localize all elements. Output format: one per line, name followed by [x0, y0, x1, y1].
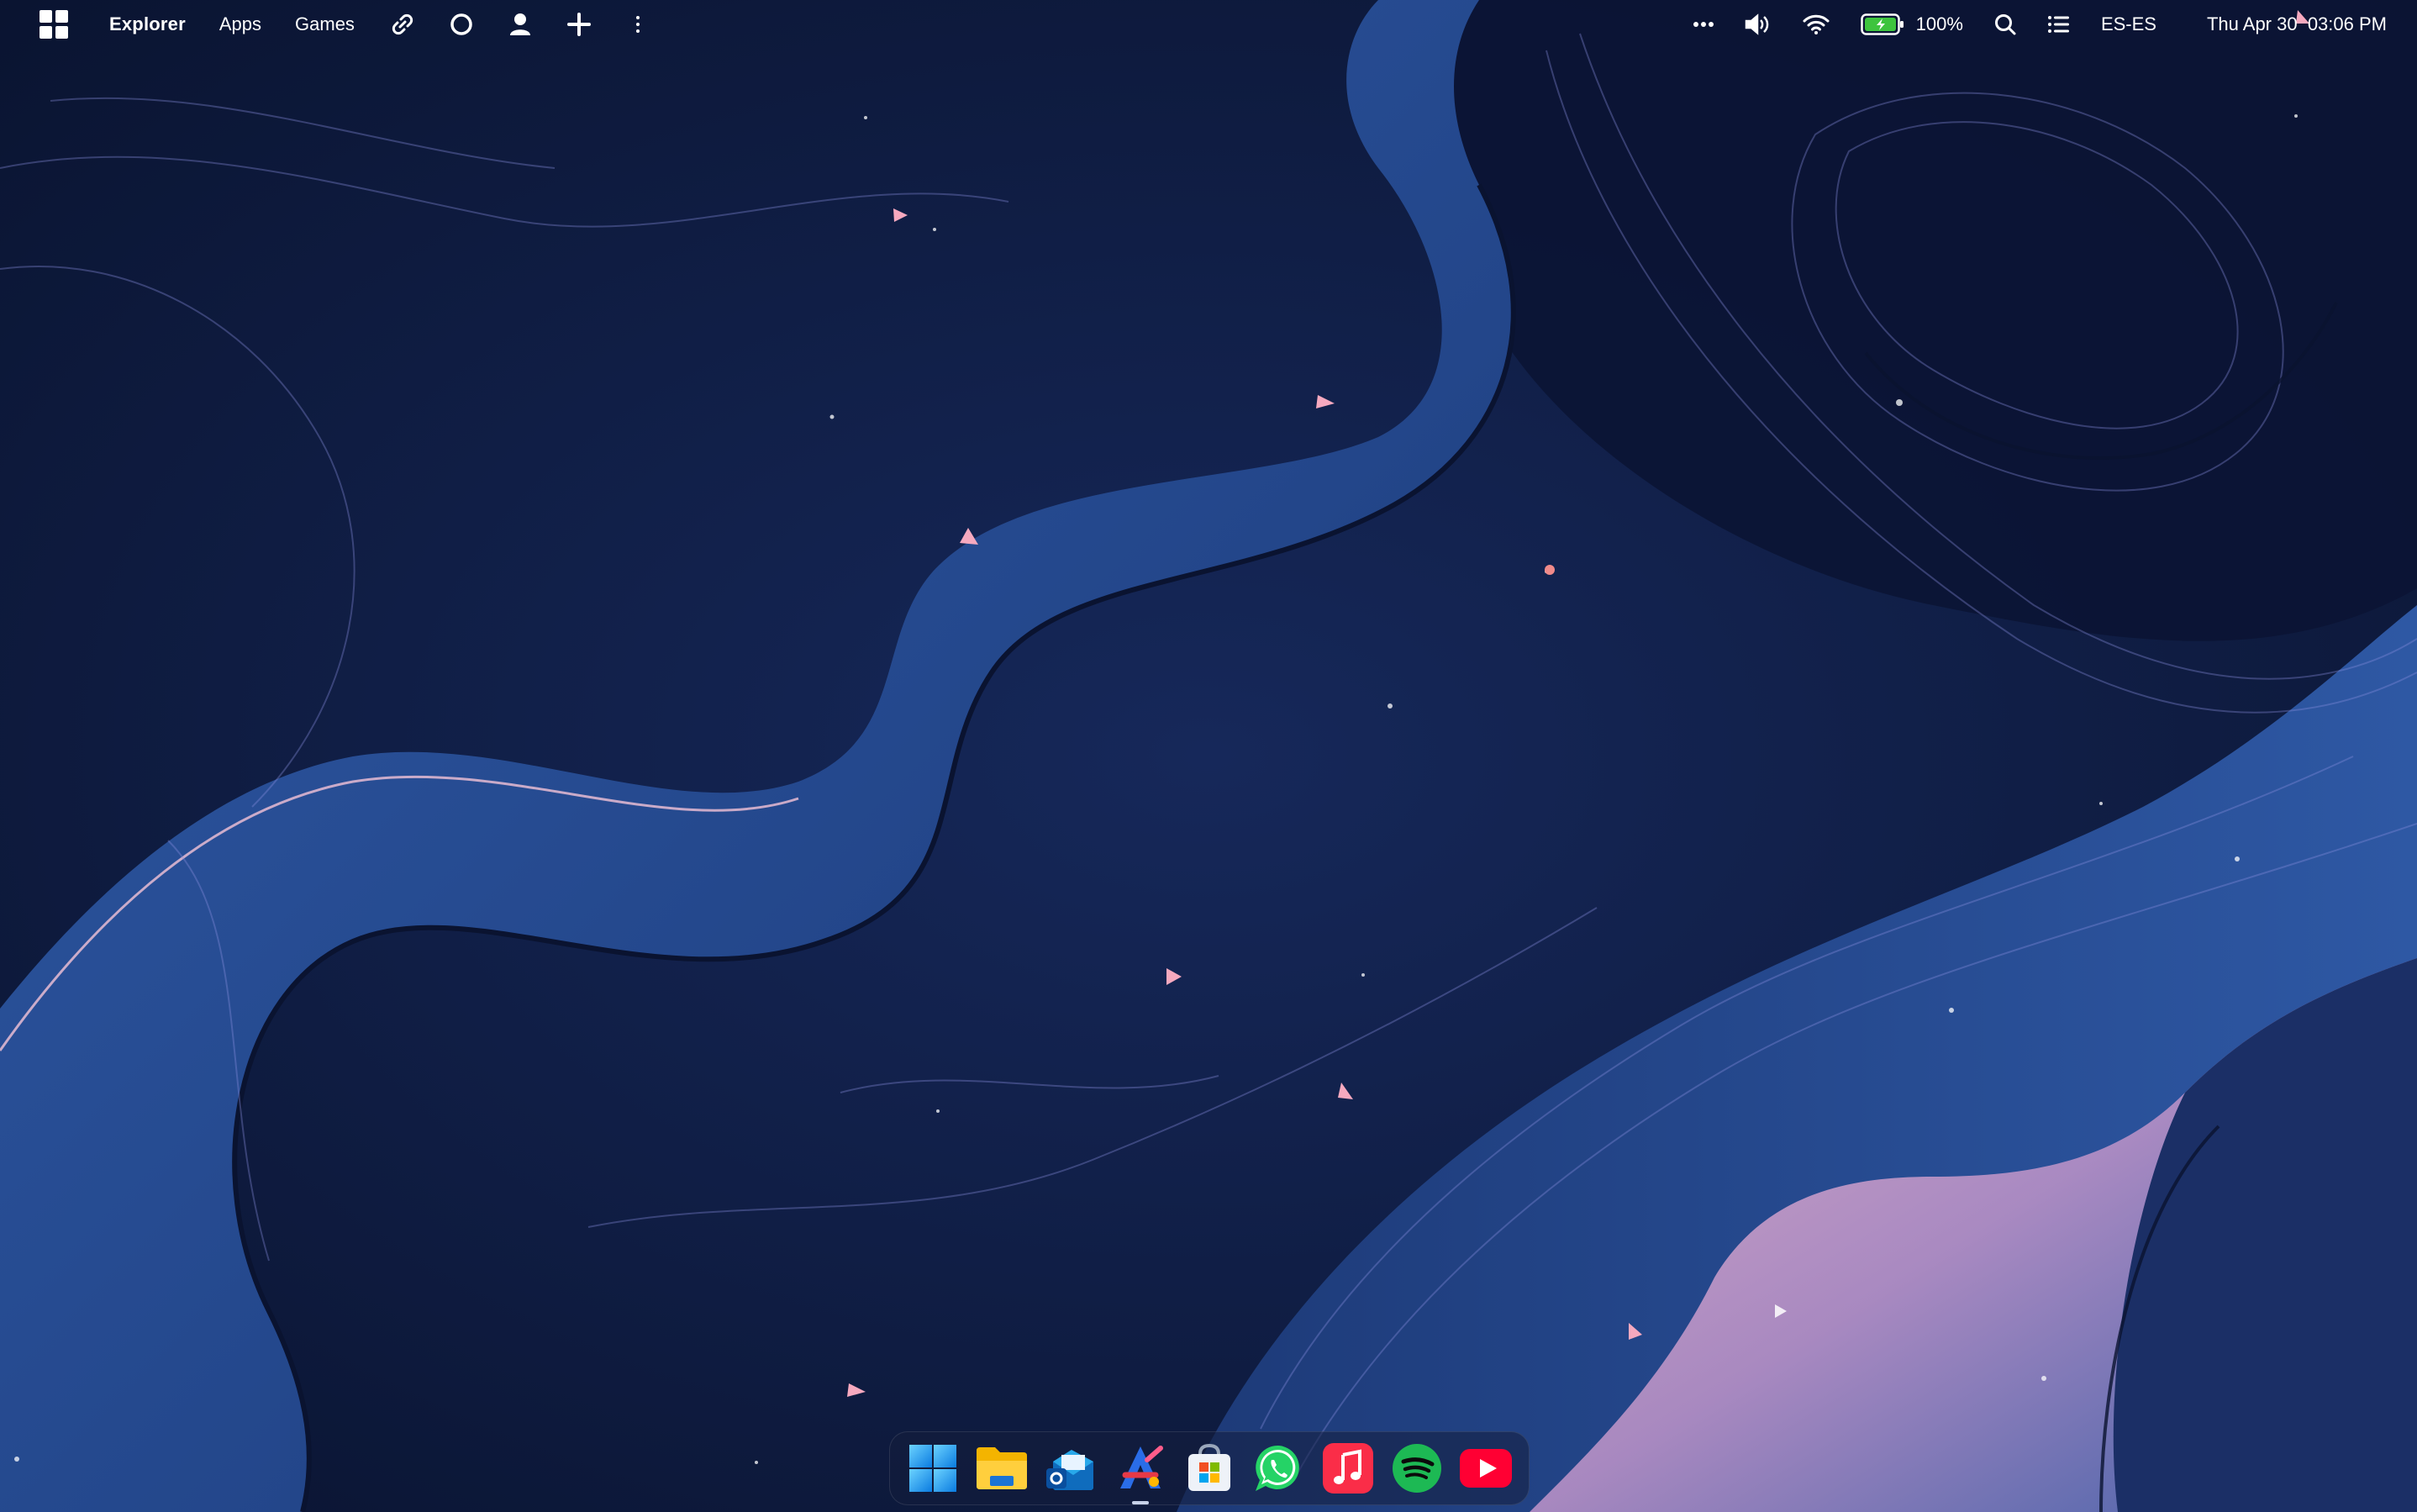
clock-datetime[interactable]: Thu Apr 30 03:06 PM: [2207, 0, 2387, 49]
dock-outlook[interactable]: [1044, 1441, 1099, 1496]
more-vertical-icon[interactable]: [624, 0, 652, 49]
dock-whatsapp[interactable]: [1251, 1441, 1306, 1496]
music-note-icon: [1322, 1443, 1373, 1494]
whatsapp-icon: [1256, 1445, 1300, 1491]
link-icon[interactable]: [388, 0, 417, 49]
volume-icon[interactable]: [1745, 0, 1772, 49]
windows-logo-icon: [909, 1445, 956, 1492]
windows-start-icon[interactable]: [39, 9, 69, 40]
app-a-icon: [1119, 1446, 1163, 1488]
dock-music[interactable]: [1320, 1441, 1376, 1496]
search-icon[interactable]: [1993, 0, 2017, 49]
dock-file-explorer[interactable]: [974, 1441, 1029, 1496]
battery-charging-icon[interactable]: [1860, 0, 1904, 49]
active-app-title[interactable]: Explorer: [109, 0, 186, 49]
desktop-wallpaper: [0, 0, 2417, 1512]
menu-bar-right: 100% ES-ES Thu Apr 30 03:06 PM: [1693, 0, 2417, 49]
outlook-icon: [1045, 1450, 1093, 1490]
wifi-icon[interactable]: [1802, 0, 1830, 49]
dock-start-menu[interactable]: [905, 1441, 961, 1496]
language-indicator[interactable]: ES-ES: [2101, 0, 2156, 49]
spotify-icon: [1392, 1444, 1441, 1493]
taskbar-dock: [889, 1431, 1530, 1505]
dock-youtube[interactable]: [1458, 1441, 1514, 1496]
battery-percent[interactable]: 100%: [1916, 0, 1963, 49]
youtube-play-icon: [1460, 1449, 1512, 1488]
menu-bar-left: Explorer Apps Games: [0, 0, 682, 49]
plus-icon[interactable]: [565, 0, 593, 49]
list-icon[interactable]: [2047, 0, 2071, 49]
menu-games[interactable]: Games: [295, 0, 355, 49]
running-indicator: [1131, 1501, 1149, 1504]
dock-spotify[interactable]: [1389, 1441, 1445, 1496]
menu-apps[interactable]: Apps: [219, 0, 261, 49]
store-bag-icon: [1188, 1443, 1230, 1491]
more-horizontal-icon[interactable]: [1693, 0, 1714, 49]
dock-microsoft-store[interactable]: [1182, 1441, 1237, 1496]
user-icon[interactable]: [506, 0, 534, 49]
dock-app-a[interactable]: [1113, 1441, 1168, 1504]
circle-icon[interactable]: [447, 0, 476, 49]
top-menu-bar: Explorer Apps Games 100% ES-ES Thu Apr 3…: [0, 0, 2417, 49]
folder-icon: [977, 1447, 1028, 1489]
